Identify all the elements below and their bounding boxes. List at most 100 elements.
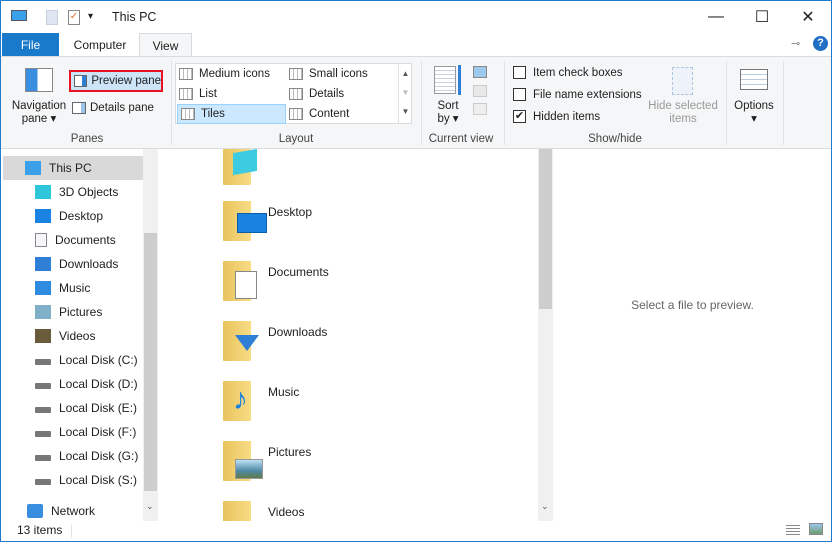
nav-item[interactable]: Documents	[1, 228, 143, 252]
item-check-boxes-label: Item check boxes	[533, 66, 623, 79]
nav-item[interactable]: Local Disk (F:)	[1, 420, 143, 444]
scroll-down-arrow[interactable]: ⌄	[146, 501, 154, 512]
sort-by-icon	[434, 66, 456, 94]
size-columns-icon	[473, 103, 487, 115]
file-name: Pictures	[268, 445, 312, 459]
details-pane-icon	[72, 102, 86, 114]
checkbox[interactable]	[513, 66, 526, 79]
sort-arrow-icon	[458, 65, 461, 95]
details-view-button[interactable]	[786, 523, 800, 536]
quick-access-dropdown-icon[interactable]: ▾	[88, 11, 93, 22]
nav-item[interactable]: Videos	[1, 324, 143, 348]
nav-item[interactable]: Local Disk (D:)	[1, 372, 143, 396]
layout-small-icons[interactable]: Small icons	[286, 64, 396, 84]
group-by-icon[interactable]	[473, 66, 487, 78]
nav-item-label: 3D Objects	[59, 185, 119, 199]
large-icons-view-button[interactable]	[809, 523, 823, 535]
layout-content[interactable]: Content	[286, 104, 396, 124]
nav-item[interactable]: Local Disk (G:)	[1, 444, 143, 468]
navigation-pane: This PC 3D Objects Desktop Documents Downloa…	[1, 149, 143, 521]
nav-item-label: Local Disk (D:)	[59, 377, 138, 391]
options-button[interactable]: Options ▾	[729, 100, 779, 126]
checkbox-checked[interactable]: ✔	[513, 110, 526, 123]
nav-item-label: Local Disk (C:)	[59, 353, 138, 367]
help-icon[interactable]: ?	[813, 36, 828, 51]
nav-item[interactable]: Pictures	[1, 300, 143, 324]
file-name: Music	[268, 385, 300, 399]
nav-item[interactable]: Downloads	[1, 252, 143, 276]
nav-item[interactable]: 3D Objects	[1, 180, 143, 204]
nav-item-label: Local Disk (E:)	[59, 401, 138, 415]
nav-item[interactable]: Desktop	[1, 204, 143, 228]
tab-view[interactable]: View	[139, 33, 192, 57]
layout-label: List	[199, 88, 217, 100]
details-pane-button[interactable]: Details pane	[72, 102, 154, 114]
details-pane-label: Details pane	[90, 102, 154, 114]
properties-icon[interactable]	[46, 10, 58, 25]
file-list-scrollbar[interactable]: ⌄	[538, 149, 553, 521]
status-bar: 13 items	[1, 521, 831, 541]
layout-medium-icons[interactable]: Medium icons	[176, 64, 286, 84]
nav-scrollbar[interactable]: ⌄	[143, 149, 158, 521]
options-icon	[740, 69, 768, 90]
checkbox[interactable]	[513, 88, 526, 101]
minimize-button[interactable]: —	[693, 1, 739, 33]
sort-by-button[interactable]: Sort by ▾	[433, 100, 463, 126]
layout-label: Details	[309, 88, 345, 100]
layout-list[interactable]: List	[176, 84, 286, 104]
hidden-items-toggle[interactable]: ✔ Hidden items	[513, 110, 600, 123]
pictures-icon	[235, 459, 263, 479]
group-divider	[726, 61, 727, 145]
nav-item[interactable]: Local Disk (E:)	[1, 396, 143, 420]
navigation-pane-label: Navigation	[11, 100, 67, 112]
content-icon	[289, 108, 303, 120]
file-tile[interactable]: Videos	[219, 495, 519, 521]
new-folder-icon[interactable]: ✓	[68, 10, 80, 25]
preview-pane-label: Preview pane	[91, 75, 161, 87]
navigation-pane-button[interactable]: Navigation pane ▾	[11, 100, 67, 126]
item-check-boxes-toggle[interactable]: Item check boxes	[513, 66, 622, 79]
documents-icon	[35, 233, 47, 247]
3d-objects-icon	[35, 185, 51, 199]
local-disk-icon	[35, 431, 51, 437]
nav-item[interactable]: Local Disk (S:)	[1, 468, 143, 492]
scroll-down-arrow[interactable]: ⌄	[541, 501, 549, 512]
file-tile[interactable]: Downloads	[219, 315, 519, 375]
file-tile[interactable]: ♪ Music	[219, 375, 519, 435]
layout-details[interactable]: Details	[286, 84, 396, 104]
nav-item[interactable]: This PC	[3, 156, 143, 180]
tab-file[interactable]: File	[2, 33, 59, 57]
maximize-button[interactable]: ☐	[739, 1, 785, 33]
nav-item[interactable]: Music	[1, 276, 143, 300]
layout-tiles[interactable]: Tiles	[177, 104, 286, 124]
nav-item[interactable]: Local Disk (C:)	[1, 348, 143, 372]
preview-message: Select a file to preview.	[631, 298, 754, 312]
preview-pane-button[interactable]: Preview pane	[69, 70, 163, 92]
show-hide-group-label: Show/hide	[588, 133, 642, 145]
layout-label: Small icons	[309, 68, 368, 80]
layout-label: Medium icons	[199, 68, 270, 80]
nav-item-label: Documents	[55, 233, 116, 247]
nav-item-label: Network	[51, 504, 96, 518]
hide-selected-label-2: items	[669, 113, 697, 125]
file-list-scrollbar-thumb[interactable]	[539, 149, 552, 309]
small-icons-icon	[289, 68, 303, 80]
nav-item-label: Local Disk (F:)	[59, 425, 137, 439]
nav-scrollbar-thumb[interactable]	[144, 233, 157, 491]
downloads-icon	[235, 335, 259, 351]
file-tile[interactable]: Documents	[219, 255, 519, 315]
tab-computer[interactable]: Computer	[61, 33, 139, 57]
file-tile-3d-objects[interactable]	[219, 149, 519, 199]
file-name: Downloads	[268, 325, 328, 339]
file-list: Desktop Documents Downloads ♪ Music Pictures V…	[158, 149, 538, 521]
file-tile[interactable]: Pictures	[219, 435, 519, 495]
pin-ribbon-icon[interactable]: ⊸	[791, 37, 800, 50]
file-name-extensions-toggle[interactable]: File name extensions	[513, 88, 642, 101]
nav-item-network[interactable]: Network	[1, 499, 143, 523]
close-button[interactable]: ✕	[785, 1, 831, 33]
file-tile[interactable]: Desktop	[219, 195, 519, 255]
title-bar: ✓ ▾ This PC — ☐ ✕	[1, 1, 831, 33]
gallery-scroll[interactable]: ▲ ▼ ▼	[398, 64, 412, 123]
hide-selected-label: Hide selected	[648, 100, 718, 112]
hide-selected-items-button[interactable]: Hide selected items	[643, 100, 723, 126]
